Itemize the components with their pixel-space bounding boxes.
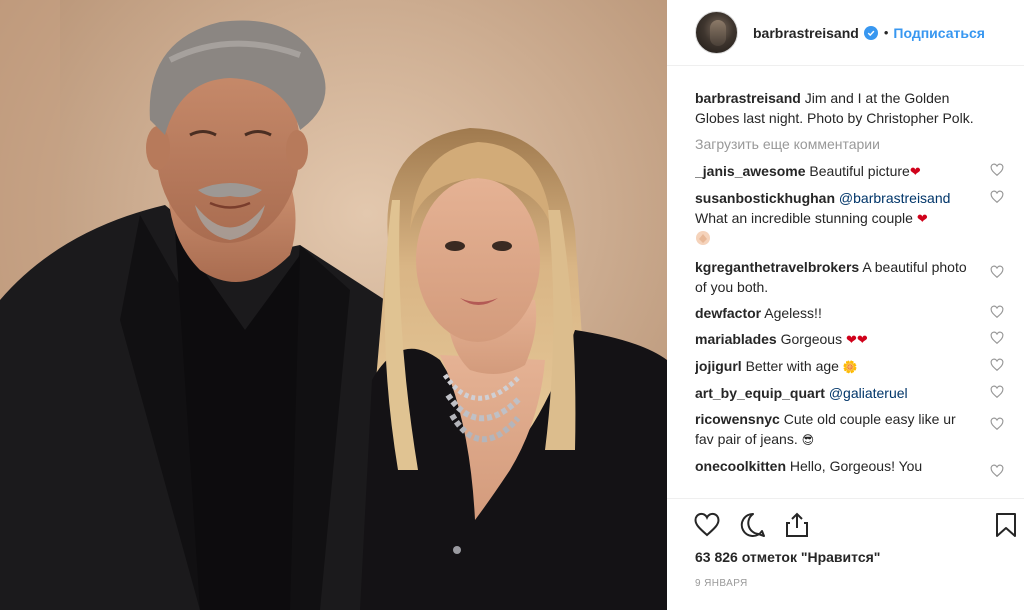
post-photo[interactable] <box>0 0 667 610</box>
clapping-emoji <box>695 230 711 251</box>
comment-text: Better with age <box>745 357 839 374</box>
comment-list[interactable]: barbrastreisand Jim and I at the Golden … <box>695 88 1005 498</box>
comment-mention[interactable]: @barbrastreisand <box>839 190 951 206</box>
post-caption: barbrastreisand Jim and I at the Golden … <box>695 88 985 128</box>
comment-text: Beautiful picture <box>809 163 910 179</box>
comment-item: mariablades Gorgeous ❤❤ <box>695 329 1005 350</box>
small-heart-icon[interactable] <box>990 331 1004 345</box>
comment-username[interactable]: susanbostickhughan <box>695 190 835 206</box>
small-heart-icon[interactable] <box>990 464 1004 478</box>
post-header: barbrastreisand • Подписаться <box>667 0 1024 66</box>
blossom-emoji: 🌼 <box>842 360 858 375</box>
bookmark-icon[interactable] <box>992 511 1020 539</box>
red-heart-emoji: ❤ <box>916 211 928 226</box>
post-date[interactable]: 9 января <box>695 578 748 589</box>
small-heart-icon[interactable] <box>990 190 1004 204</box>
small-heart-icon[interactable] <box>990 265 1004 279</box>
comment-username[interactable]: onecoolkitten <box>695 458 786 474</box>
small-heart-icon[interactable] <box>990 385 1004 399</box>
comment-username[interactable]: jojigurl <box>695 358 742 374</box>
load-more-comments-button[interactable]: Загрузить еще комментарии <box>695 134 1005 154</box>
separator-dot: • <box>883 25 889 40</box>
comment-username[interactable]: ricowensnyc <box>695 411 780 427</box>
comment-item: jojigurl Better with age 🌼 <box>695 356 1005 377</box>
comment-item: kgreganthetravelbrokers A beautiful phot… <box>695 257 1005 297</box>
comment-text: Gorgeous <box>780 330 843 347</box>
red-heart-emoji: ❤ <box>909 164 921 179</box>
comment-item: dewfactor Ageless!! <box>695 303 1005 323</box>
comment-item: art_by_equip_quart @galiateruel <box>695 383 1005 403</box>
sunglasses-emoji: 😎 <box>801 433 815 448</box>
comment-mention[interactable]: @galiateruel <box>829 385 908 401</box>
follow-button[interactable]: Подписаться <box>893 25 985 41</box>
heart-outline-icon[interactable] <box>693 511 721 539</box>
comment-text: What an incredible stunning couple <box>695 210 913 226</box>
likes-count[interactable]: 63 826 отметок "Нравится" <box>695 549 880 565</box>
comment-item: onecoolkitten Hello, Gorgeous! You <box>695 456 1005 478</box>
post-photo-illustration <box>0 0 667 610</box>
comment-text: Hello, Gorgeous! You <box>789 458 923 475</box>
comment-username[interactable]: _janis_awesome <box>695 163 806 179</box>
author-avatar[interactable] <box>695 11 738 54</box>
comment-username[interactable]: mariablades <box>695 331 777 347</box>
verified-check-icon <box>863 25 878 40</box>
small-heart-icon[interactable] <box>990 358 1004 372</box>
caption-username[interactable]: barbrastreisand <box>695 90 801 106</box>
comment-item: _janis_awesome Beautiful picture❤ <box>695 161 1005 182</box>
comment-username[interactable]: art_by_equip_quart <box>695 385 825 401</box>
speech-bubble-icon[interactable] <box>739 511 767 539</box>
post-actions: 63 826 отметок "Нравится" 9 января <box>667 498 1024 610</box>
comment-item: ricowensnyc Cute old couple easy like ur… <box>695 409 1005 450</box>
comment-username[interactable]: kgreganthetravelbrokers <box>695 259 859 275</box>
comment-item: susanbostickhughan @barbrastreisand What… <box>695 188 1005 251</box>
comment-username[interactable]: dewfactor <box>695 305 761 321</box>
red-heart-emoji: ❤❤ <box>845 331 868 347</box>
share-arrow-icon[interactable] <box>783 511 811 539</box>
post-sidebar: barbrastreisand • Подписаться barbrastre… <box>667 0 1024 610</box>
small-heart-icon[interactable] <box>990 417 1004 431</box>
small-heart-icon[interactable] <box>990 305 1004 319</box>
author-username[interactable]: barbrastreisand <box>753 25 859 41</box>
comment-text: Ageless!! <box>764 304 822 321</box>
small-heart-icon[interactable] <box>990 163 1004 177</box>
